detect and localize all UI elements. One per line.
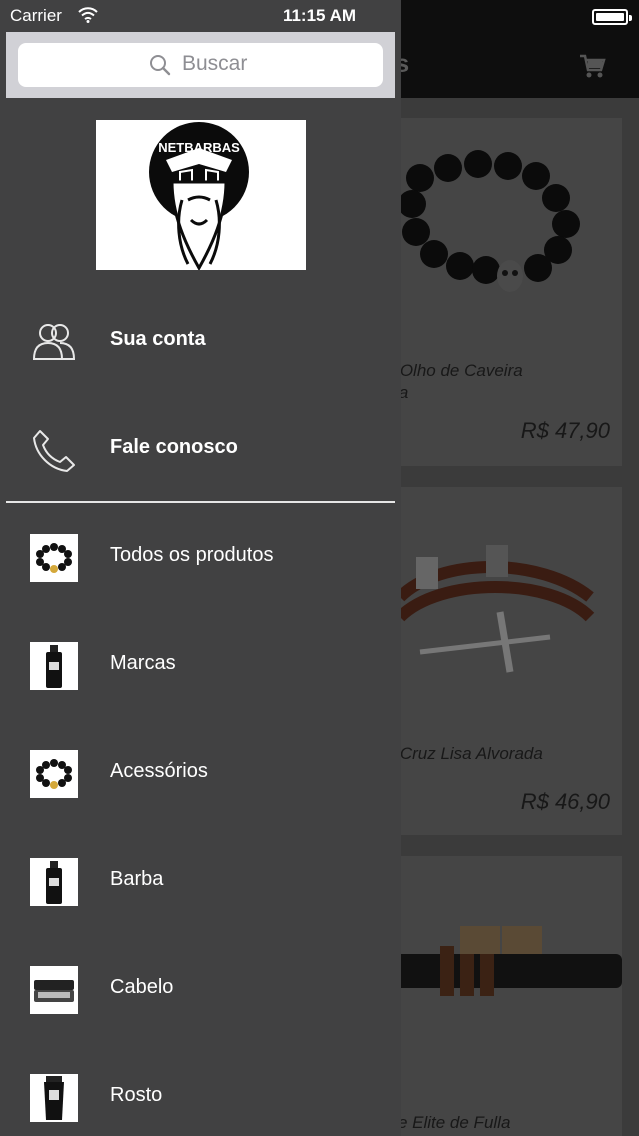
- product-card[interactable]: ra Cruz Lisa Alvorada R$ 46,90: [380, 487, 622, 835]
- menu-item-label: Acessórios: [110, 760, 208, 782]
- users-icon: [32, 324, 76, 360]
- product-name: lete Elite de Fulla: [380, 1112, 622, 1134]
- menu-item-label: Sua conta: [110, 328, 206, 350]
- category-item-brands[interactable]: Marcas: [0, 612, 401, 720]
- category-item-accessories[interactable]: Acessórios: [0, 720, 401, 828]
- menu-item-label: Fale conosco: [110, 436, 238, 458]
- product-name-line: ra Olho de Caveira: [380, 361, 523, 380]
- category-thumbnail: [30, 750, 78, 798]
- category-item-face[interactable]: Rosto: [0, 1044, 401, 1136]
- status-time: 11:15 AM: [282, 6, 357, 25]
- menu-item-contact[interactable]: Fale conosco: [0, 396, 401, 504]
- menu-item-label: Cabelo: [110, 976, 174, 998]
- product-price: R$ 46,90: [520, 789, 610, 814]
- product-image: [398, 150, 580, 292]
- phone-icon: [33, 430, 75, 472]
- cart-icon[interactable]: [578, 52, 606, 80]
- product-image: [390, 926, 622, 996]
- category-item-all-products[interactable]: Todos os produtos: [0, 504, 401, 612]
- side-menu-drawer: Buscar NETBARBAS Sua conta Fale conosco …: [0, 0, 401, 1136]
- product-price: R$ 47,90: [520, 418, 610, 443]
- search-input[interactable]: Buscar: [18, 43, 383, 87]
- brand-logo: NETBARBAS: [96, 120, 306, 272]
- menu-divider: [6, 501, 395, 503]
- product-name: ra Cruz Lisa Alvorada: [380, 743, 622, 765]
- product-name-line: oda: [380, 382, 622, 404]
- menu-item-label: Marcas: [110, 652, 176, 674]
- bearded-man-logo-icon: NETBARBAS: [149, 122, 249, 272]
- menu-item-label: Rosto: [110, 1084, 163, 1106]
- category-thumbnail: [30, 858, 78, 906]
- category-thumbnail: [30, 534, 78, 582]
- category-thumbnail: [30, 642, 78, 690]
- category-item-hair[interactable]: Cabelo: [0, 936, 401, 1044]
- product-name-line: ra Cruz Lisa Alvorada: [380, 744, 543, 763]
- menu-item-label: Barba: [110, 868, 164, 890]
- category-item-beard[interactable]: Barba: [0, 828, 401, 936]
- status-bar: Carrier 11:15 AM: [0, 0, 639, 32]
- product-name: ra Olho de Caveira oda: [380, 360, 622, 404]
- battery-icon: [592, 9, 632, 25]
- menu-item-label: Todos os produtos: [110, 544, 274, 566]
- category-thumbnail: [30, 1074, 78, 1122]
- category-thumbnail: [30, 966, 78, 1014]
- search-icon: [150, 55, 171, 76]
- product-card[interactable]: ra Olho de Caveira oda R$ 47,90: [380, 118, 622, 466]
- product-image: [395, 545, 595, 673]
- product-card[interactable]: lete Elite de Fulla: [380, 856, 622, 1136]
- search-bar: Buscar: [6, 32, 395, 98]
- search-placeholder: Buscar: [182, 52, 248, 75]
- menu-item-account[interactable]: Sua conta: [0, 288, 401, 396]
- product-name-line: lete Elite de Fulla: [380, 1113, 511, 1132]
